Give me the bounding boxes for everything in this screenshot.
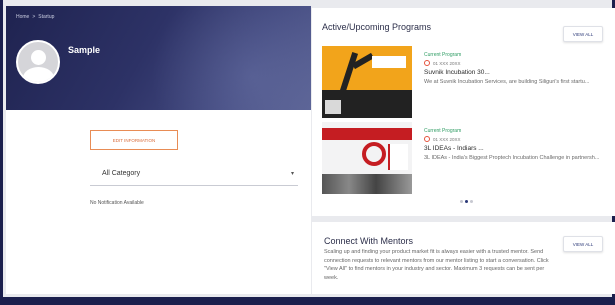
programs-view-all-button[interactable]: VIEW ALL <box>563 26 603 42</box>
program-description: 3L IDEAs - India's Biggest Proptech Incu… <box>424 155 600 161</box>
empty-notifications-text: No Notification Available <box>90 200 144 206</box>
program-description: We at Suvnik Incubation Services, are bu… <box>424 79 590 85</box>
chevron-down-icon: ▾ <box>290 171 294 177</box>
carousel-dots <box>460 200 473 203</box>
program-title[interactable]: Suvnik Incubation 30... <box>424 69 604 76</box>
clock-icon <box>424 136 430 142</box>
clock-icon <box>424 60 430 66</box>
profile-banner: Home > Startup Sample <box>6 6 311 110</box>
mentors-title: Connect With Mentors <box>324 236 414 246</box>
bottom-bar <box>3 297 612 305</box>
program-date: 01 XXX 20XX <box>424 136 604 142</box>
page: Home > Startup Sample EDIT INFORMATION A… <box>0 0 615 305</box>
program-info: Current Program 01 XXX 20XX Suvnik Incub… <box>424 52 604 86</box>
edit-information-button[interactable]: EDIT INFORMATION <box>90 130 178 150</box>
notifications-section: EDIT INFORMATION All Category ▾ No Notif… <box>6 110 311 294</box>
program-status: Current Program <box>424 52 462 58</box>
breadcrumb-current: Startup <box>38 14 55 20</box>
carousel-dot[interactable] <box>470 200 473 203</box>
program-card[interactable]: Current Program 01 XXX 20XX Suvnik Incub… <box>322 46 607 118</box>
programs-card: Active/Upcoming Programs VIEW ALL Curren… <box>312 8 615 216</box>
mentors-description: Scaling up and finding your product mark… <box>324 249 549 281</box>
program-date-text: 01 XXX 20XX <box>433 136 461 142</box>
carousel-dot-active[interactable] <box>465 200 468 203</box>
avatar[interactable] <box>16 40 60 84</box>
carousel-dot[interactable] <box>460 200 463 203</box>
program-date: 01 XXX 20XX <box>424 60 604 66</box>
program-status: Current Program <box>424 128 462 134</box>
breadcrumb-separator: > <box>32 14 36 20</box>
programs-title: Active/Upcoming Programs <box>322 22 432 32</box>
program-thumbnail[interactable] <box>322 46 412 118</box>
category-select-value: All Category <box>102 170 141 177</box>
program-card[interactable]: Current Program 01 XXX 20XX 3L IDEAs - I… <box>322 122 607 194</box>
mentors-view-all-button[interactable]: VIEW ALL <box>563 236 603 252</box>
breadcrumb-home[interactable]: Home <box>16 14 29 20</box>
program-info: Current Program 01 XXX 20XX 3L IDEAs - I… <box>424 128 604 162</box>
program-title[interactable]: 3L IDEAs - Indiars ... <box>424 145 604 152</box>
mentors-card: Connect With Mentors VIEW ALL Scaling up… <box>312 222 615 294</box>
category-select[interactable]: All Category ▾ <box>90 162 298 186</box>
program-thumbnail[interactable] <box>322 122 412 194</box>
profile-name: Sample <box>68 45 101 55</box>
breadcrumb: Home > Startup <box>16 14 54 20</box>
profile-panel: Home > Startup Sample EDIT INFORMATION A… <box>6 6 311 294</box>
program-date-text: 01 XXX 20XX <box>433 60 461 66</box>
